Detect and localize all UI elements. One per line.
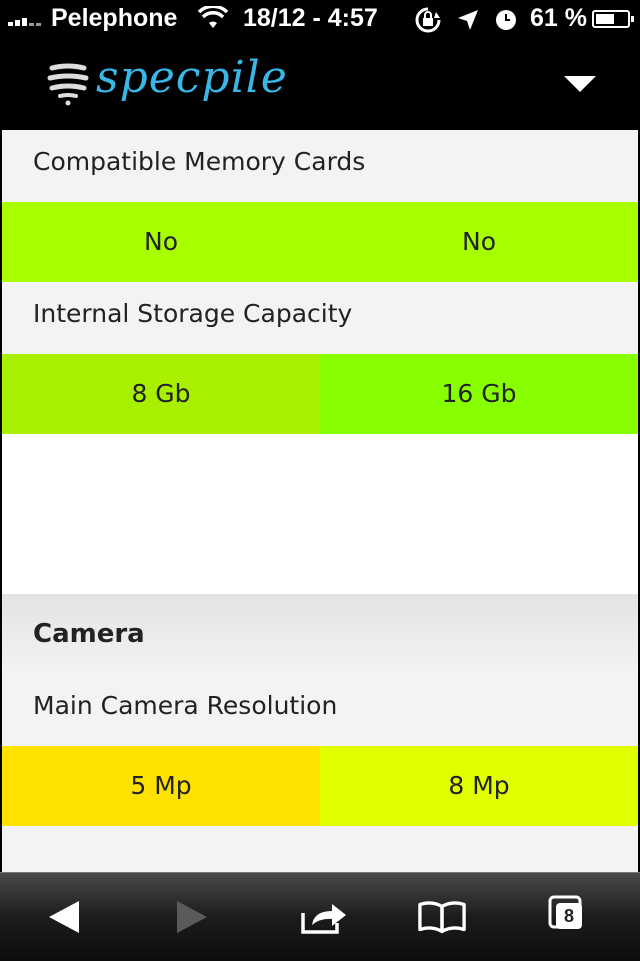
carrier-group: Pelephone xyxy=(8,4,177,33)
blank-area xyxy=(2,434,638,594)
carrier-name: Pelephone xyxy=(51,4,178,32)
spec-value: 5 Mp xyxy=(2,746,320,826)
spec-comparison: Compatible Memory Cards No No Internal S… xyxy=(0,130,640,872)
share-button[interactable] xyxy=(300,897,348,937)
app-header: specpile xyxy=(0,40,640,130)
spec-value: 16 Gb xyxy=(320,354,638,434)
battery-icon xyxy=(592,10,634,28)
logo-icon xyxy=(47,63,89,106)
share-icon xyxy=(301,904,346,934)
bookmarks-button[interactable] xyxy=(418,897,466,937)
status-time: 18/12 - 4:57 xyxy=(243,4,378,32)
rotation-lock-icon xyxy=(415,7,441,33)
spec-values-row: 5 Mp 8 Mp xyxy=(2,746,638,826)
spec-label: Internal Storage Capacity xyxy=(33,299,353,328)
section-title: Camera xyxy=(2,594,638,674)
spec-values-row: 8 Gb 16 Gb xyxy=(2,354,638,434)
wifi-icon xyxy=(198,6,228,28)
spec-value: 8 Gb xyxy=(2,354,320,434)
status-icons xyxy=(414,6,532,34)
tabs-button[interactable]: 8 xyxy=(548,895,592,937)
spec-label: Compatible Memory Cards xyxy=(33,147,366,176)
forward-icon xyxy=(177,901,207,933)
forward-button[interactable] xyxy=(168,897,216,937)
spec-value: 8 Mp xyxy=(320,746,638,826)
battery-percent: 61 % xyxy=(530,4,587,32)
signal-icon xyxy=(8,12,43,26)
spec-label: Main Camera Resolution xyxy=(33,691,338,720)
tab-count-badge: 8 xyxy=(556,903,582,929)
bookmarks-icon xyxy=(418,901,466,934)
logo-text[interactable]: specpile xyxy=(96,52,288,103)
back-button[interactable] xyxy=(40,897,88,937)
dropdown-triangle-icon xyxy=(564,76,596,92)
status-bar: Pelephone 18/12 - 4:57 61 % xyxy=(0,0,640,40)
spec-value: No xyxy=(320,202,638,282)
spec-value: No xyxy=(2,202,320,282)
menu-toggle-button[interactable] xyxy=(560,72,600,102)
alarm-icon xyxy=(496,10,516,30)
location-icon xyxy=(458,10,478,30)
browser-toolbar: 8 xyxy=(0,872,640,961)
back-icon xyxy=(49,901,79,933)
spec-values-row: No No xyxy=(2,202,638,282)
